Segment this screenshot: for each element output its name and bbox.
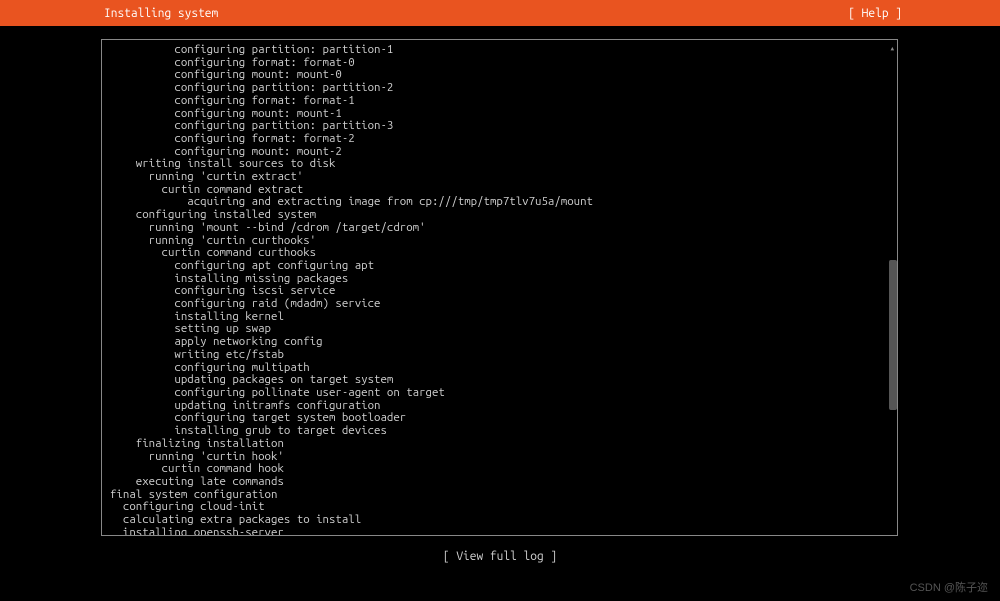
scroll-up-icon[interactable]: ▴ <box>890 43 895 54</box>
page-title: Installing system <box>10 7 218 20</box>
watermark-text: CSDN @陈子迩 <box>910 579 988 595</box>
help-button[interactable]: [ Help ] <box>848 7 990 20</box>
install-log-text: configuring partition: partition-1 confi… <box>102 40 897 536</box>
install-log-panel: configuring partition: partition-1 confi… <box>101 39 898 536</box>
header-bar: Installing system [ Help ] <box>0 0 1000 26</box>
footer: [ View full log ] <box>0 550 1000 563</box>
view-full-log-button[interactable]: [ View full log ] <box>443 550 557 563</box>
scrollbar-thumb[interactable] <box>889 260 897 410</box>
